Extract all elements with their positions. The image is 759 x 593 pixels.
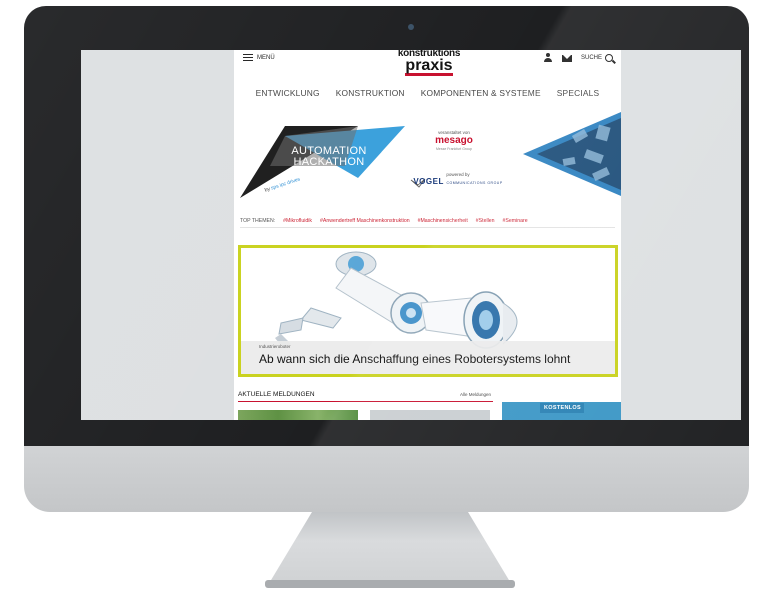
topic-link[interactable]: #Stellen <box>476 218 495 224</box>
organizer-block: veranstaltet von mesago Messe Frankfurt … <box>414 130 494 151</box>
mail-icon[interactable] <box>561 54 572 62</box>
news-section-title: AKTUELLE MELDUNGEN <box>238 391 315 398</box>
feature-caption: Industrieroboter Ab wann sich die Anscha… <box>241 341 615 374</box>
camera-icon <box>408 24 414 30</box>
sponsor-name: VOGEL <box>413 177 444 186</box>
feature-article[interactable]: Industrieroboter Ab wann sich die Anscha… <box>238 245 618 377</box>
nav-item-komponenten-systeme[interactable]: KOMPONENTEN & SYSTEME <box>421 88 541 98</box>
search-button[interactable]: SUCHE <box>581 54 613 62</box>
ad-banner[interactable]: KOSTENLOS <box>502 402 621 420</box>
nav-item-entwicklung[interactable]: ENTWICKLUNG <box>256 88 320 98</box>
site-header: MENÜ konstruktions praxis SUCHE <box>234 50 621 80</box>
sponsor-logo: VOGEL COMMUNICATIONS GROUP <box>408 177 508 186</box>
monitor-screen: MENÜ konstruktions praxis SUCHE ENTWICKL… <box>81 50 741 420</box>
topic-link[interactable]: #Maschinensicherheit <box>418 218 468 224</box>
feature-title[interactable]: Ab wann sich die Anschaffung eines Robot… <box>259 352 570 366</box>
site-logo[interactable]: konstruktions praxis <box>389 50 469 76</box>
ad-label: KOSTENLOS <box>544 405 581 411</box>
website: MENÜ konstruktions praxis SUCHE ENTWICKL… <box>234 50 621 420</box>
user-icon[interactable] <box>543 53 553 63</box>
feature-kicker: Industrieroboter <box>259 344 291 349</box>
banner-robot-graphic <box>523 112 621 196</box>
monitor-chin <box>24 440 749 512</box>
header-actions: SUCHE <box>543 53 613 63</box>
main-nav: ENTWICKLUNG KONSTRUKTION KOMPONENTEN & S… <box>234 88 621 98</box>
hackathon-banner[interactable]: AUTOMATION HACKATHON by sps ipc drives v… <box>234 108 621 214</box>
nav-item-konstruktion[interactable]: KONSTRUKTION <box>336 88 405 98</box>
organizer-logo: mesago <box>435 135 473 146</box>
organizer-tagline: Messe Frankfurt Group <box>436 147 472 151</box>
menu-label: MENÜ <box>257 54 275 61</box>
hamburger-icon <box>243 54 253 61</box>
monitor-stand-foot <box>265 580 515 588</box>
news-thumbnail[interactable] <box>370 410 490 420</box>
topics-label: TOP THEMEN: <box>240 218 276 224</box>
top-topics: TOP THEMEN: #Mikrofluidik #Anwendertreff… <box>240 218 615 228</box>
search-label: SUCHE <box>580 55 602 61</box>
menu-button[interactable]: MENÜ <box>243 54 275 61</box>
news-thumbnail[interactable] <box>238 410 358 420</box>
monitor-bezel: MENÜ konstruktions praxis SUCHE ENTWICKL… <box>24 6 749 446</box>
search-icon <box>605 54 613 62</box>
hackathon-title-line2: HACKATHON <box>293 156 365 168</box>
news-section-header: AKTUELLE MELDUNGEN Alle Meldungen <box>238 391 493 402</box>
topic-link[interactable]: #Mikrofluidik <box>283 218 312 224</box>
topic-link[interactable]: #Anwendertreff Maschinenkonstruktion <box>320 218 410 224</box>
sponsor-block: powered by VOGEL COMMUNICATIONS GROUP <box>408 172 508 186</box>
hackathon-title: AUTOMATION HACKATHON <box>274 146 384 168</box>
monitor-stand <box>270 510 510 582</box>
logo-bottom-text: praxis <box>405 57 453 74</box>
all-news-link[interactable]: Alle Meldungen <box>460 392 491 397</box>
nav-item-specials[interactable]: SPECIALS <box>557 88 600 98</box>
topic-link[interactable]: #Seminare <box>503 218 528 224</box>
sponsor-suffix: COMMUNICATIONS GROUP <box>446 181 503 185</box>
